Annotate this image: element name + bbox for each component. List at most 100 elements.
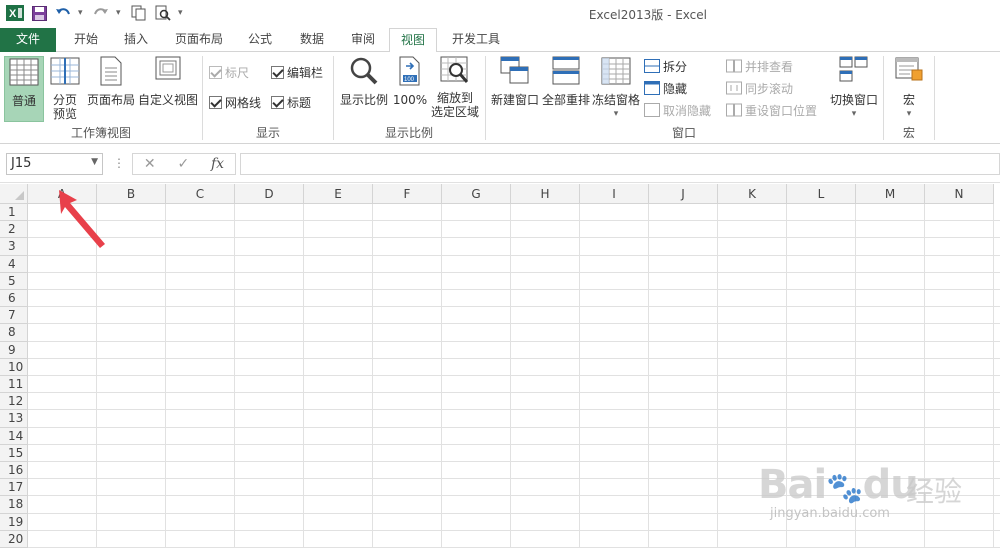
switch-windows-button[interactable]: 切换窗口 ▾: [828, 56, 880, 121]
column-header-m[interactable]: M: [856, 184, 925, 204]
tab-page-layout[interactable]: 页面布局: [166, 28, 232, 52]
normal-view-button[interactable]: 普通: [4, 56, 44, 122]
row-header-6[interactable]: 6: [0, 290, 28, 308]
column-header-h[interactable]: H: [511, 184, 580, 204]
show-group-label: 显示: [255, 126, 280, 140]
page-layout-icon: [86, 56, 136, 89]
column-header-g[interactable]: G: [442, 184, 511, 204]
switch-windows-dropdown-icon: ▾: [851, 109, 857, 119]
column-header-l[interactable]: L: [787, 184, 856, 204]
row-header-13[interactable]: 13: [0, 410, 28, 428]
column-header-e[interactable]: E: [304, 184, 373, 204]
custom-views-button[interactable]: 自定义视图: [138, 56, 198, 107]
headings-check-icon: [271, 95, 284, 109]
tab-home[interactable]: 开始: [58, 28, 114, 52]
column-header-c[interactable]: C: [166, 184, 235, 204]
freeze-panes-button[interactable]: 冻结窗格 ▾: [592, 56, 640, 121]
name-box-value: J15: [11, 156, 32, 171]
row-header-3[interactable]: 3: [0, 238, 28, 256]
column-gridline: [993, 204, 994, 548]
row-header-19[interactable]: 19: [0, 513, 28, 531]
macros-button[interactable]: 宏 ▾: [890, 56, 928, 121]
ruler-checkbox[interactable]: 标尺: [209, 62, 249, 82]
insert-function-icon[interactable]: fx: [211, 156, 224, 172]
row-header-16[interactable]: 16: [0, 462, 28, 480]
formula-bar-label: 编辑栏: [287, 65, 324, 80]
formula-bar-check-icon: [271, 65, 284, 79]
row-header-14[interactable]: 14: [0, 427, 28, 445]
row-gridline: [28, 323, 1000, 325]
enter-icon[interactable]: ✓: [177, 156, 189, 172]
zoom-selection-icon: [430, 56, 480, 89]
row-header-18[interactable]: 18: [0, 496, 28, 514]
row-header-12[interactable]: 12: [0, 393, 28, 411]
column-header-f[interactable]: F: [373, 184, 442, 204]
side-by-side-button[interactable]: 并排查看: [726, 56, 793, 76]
tab-data[interactable]: 数据: [286, 28, 338, 52]
freeze-panes-dropdown-icon: ▾: [613, 109, 619, 119]
row-header-1[interactable]: 1: [0, 204, 28, 222]
tab-developer[interactable]: 开发工具: [440, 28, 512, 52]
excel-window: X ▾ ▾ ▾ Excel2013版 - Excel 文件 开始 插入 页面布局…: [0, 0, 1000, 548]
hide-button[interactable]: 隐藏: [644, 78, 687, 98]
zoom-to-selection-button[interactable]: 缩放到 选定区域: [430, 56, 480, 119]
column-gridline: [441, 204, 442, 548]
more-icon[interactable]: ⋮: [113, 156, 125, 170]
page-break-preview-button[interactable]: 分页 预览: [48, 56, 82, 121]
page-layout-view-button[interactable]: 页面布局: [86, 56, 136, 107]
column-header-i[interactable]: I: [580, 184, 649, 204]
row-header-8[interactable]: 8: [0, 324, 28, 342]
name-box-dropdown-icon[interactable]: ▼: [91, 157, 98, 167]
row-header-10[interactable]: 10: [0, 358, 28, 376]
reset-window-position-button[interactable]: 重设窗口位置: [726, 100, 817, 120]
row-header-17[interactable]: 17: [0, 479, 28, 497]
arrange-all-icon: [542, 56, 590, 89]
row-header-4[interactable]: 4: [0, 255, 28, 273]
row-header-15[interactable]: 15: [0, 444, 28, 462]
formula-input[interactable]: [240, 153, 1000, 175]
tab-insert[interactable]: 插入: [108, 28, 164, 52]
hide-icon: [644, 81, 660, 95]
zoom-button[interactable]: 显示比例: [338, 56, 390, 107]
sync-scroll-button[interactable]: 同步滚动: [726, 78, 793, 98]
tab-view[interactable]: 视图: [389, 28, 437, 53]
column-gridline: [372, 204, 373, 548]
column-header-n[interactable]: N: [925, 184, 994, 204]
new-window-button[interactable]: 新建窗口: [490, 56, 540, 107]
select-all-corner[interactable]: [0, 184, 28, 204]
zoom-100-button[interactable]: 100 100%: [392, 56, 428, 107]
name-box[interactable]: J15 ▼: [6, 153, 103, 175]
row-gridline: [28, 529, 1000, 531]
tab-review[interactable]: 审阅: [338, 28, 388, 52]
sync-scroll-icon: [726, 81, 742, 95]
zoom-selection-label-2: 选定区域: [430, 105, 479, 119]
unhide-label: 取消隐藏: [663, 103, 712, 118]
row-header-11[interactable]: 11: [0, 376, 28, 394]
gridlines-label: 网格线: [225, 95, 262, 110]
annotation-arrow-icon: [59, 190, 105, 248]
page-break-label-1: 分页: [52, 93, 77, 107]
column-header-j[interactable]: J: [649, 184, 718, 204]
headings-checkbox[interactable]: 标题: [271, 92, 311, 112]
row-header-9[interactable]: 9: [0, 341, 28, 359]
window-title: Excel2013版 - Excel: [588, 8, 707, 22]
arrange-all-button[interactable]: 全部重排: [542, 56, 590, 107]
tab-file[interactable]: 文件: [0, 28, 56, 52]
row-header-5[interactable]: 5: [0, 272, 28, 290]
row-header-2[interactable]: 2: [0, 221, 28, 239]
formula-bar-checkbox[interactable]: 编辑栏: [271, 62, 323, 82]
row-header-20[interactable]: 20: [0, 530, 28, 548]
column-header-d[interactable]: D: [235, 184, 304, 204]
column-gridline: [510, 204, 511, 548]
column-gridline: [303, 204, 304, 548]
watermark-url: jingyan.baidu.com: [770, 506, 890, 521]
column-header-k[interactable]: K: [718, 184, 787, 204]
row-header-7[interactable]: 7: [0, 307, 28, 325]
cancel-icon[interactable]: ✕: [144, 156, 156, 172]
unhide-button[interactable]: 取消隐藏: [644, 100, 711, 120]
split-button[interactable]: 拆分: [644, 56, 687, 76]
tab-formulas[interactable]: 公式: [234, 28, 286, 52]
gridlines-checkbox[interactable]: 网格线: [209, 92, 261, 112]
page-layout-label: 页面布局: [86, 93, 135, 107]
column-gridline: [165, 204, 166, 548]
